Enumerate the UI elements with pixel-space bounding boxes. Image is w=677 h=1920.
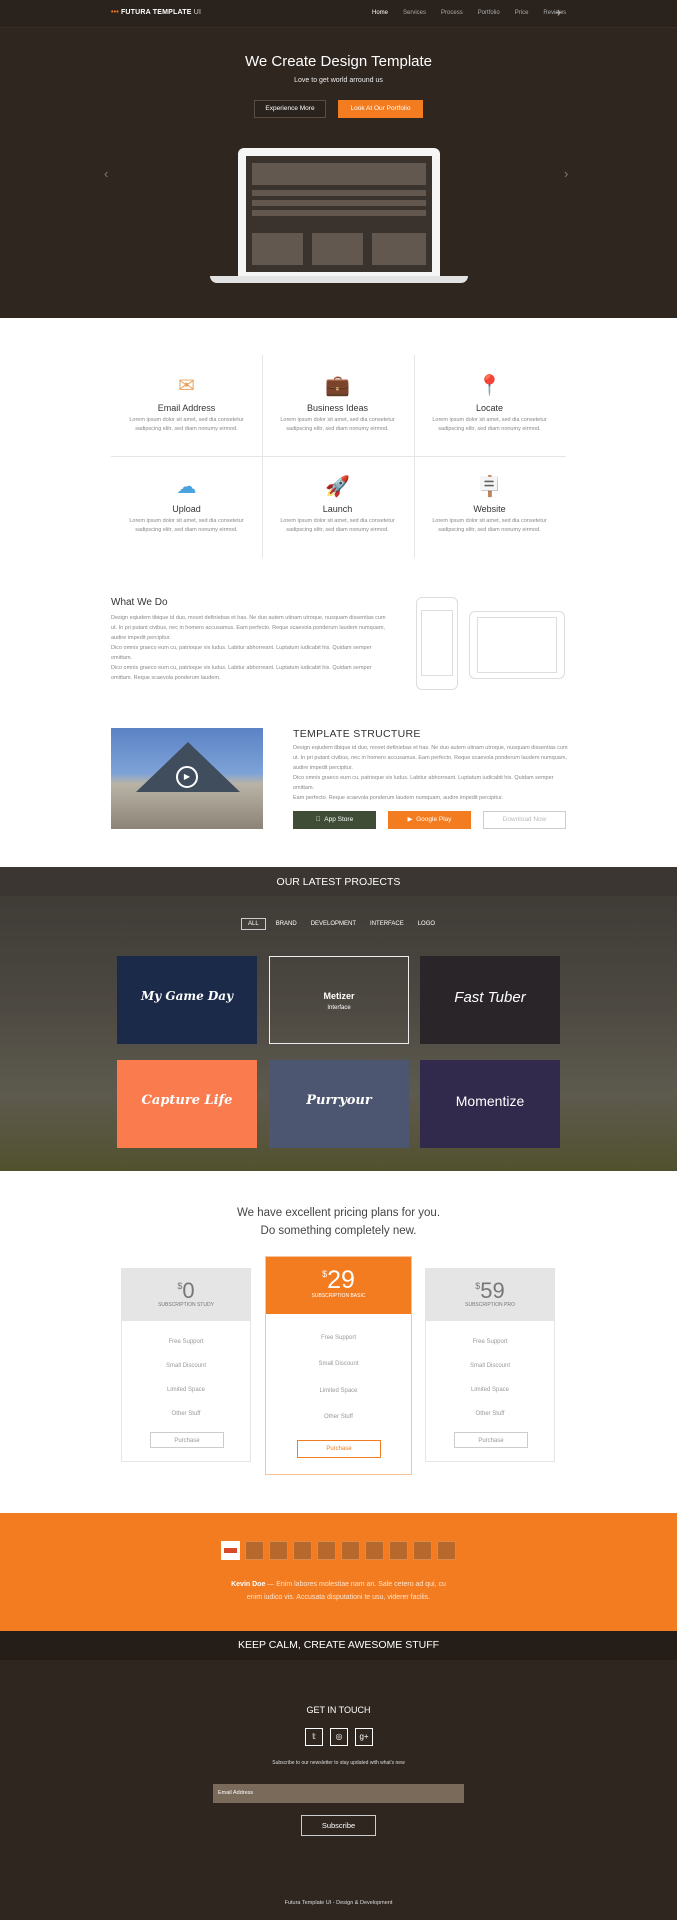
nav-home[interactable]: Home bbox=[372, 10, 388, 16]
template-structure-title: TEMPLATE STRUCTURE bbox=[293, 728, 421, 740]
feature-upload: ☁ Upload Lorem ipsum dolor sit amet, sed… bbox=[111, 474, 262, 535]
projects-title: OUR LATEST PROJECTS bbox=[276, 876, 401, 888]
avatar-active[interactable] bbox=[221, 1541, 240, 1560]
pricing-heading: We have excellent pricing plans for you.… bbox=[236, 1207, 441, 1237]
play-store-icon: ▶ bbox=[407, 816, 413, 823]
subscribe-button[interactable]: Subscribe bbox=[301, 1815, 376, 1836]
project-tile-fasttuber[interactable]: Fast Tuber bbox=[420, 956, 560, 1044]
top-nav: ••• FUTURA TEMPLATE UI Home Services Proc… bbox=[0, 0, 677, 28]
filter-all[interactable]: ALL bbox=[241, 918, 266, 930]
google-plus-icon[interactable]: g+ bbox=[355, 1728, 373, 1746]
email-field[interactable]: Email Address bbox=[213, 1784, 464, 1803]
project-tile-capturelife[interactable]: Capture Life bbox=[117, 1060, 257, 1148]
testimonial-section bbox=[0, 1513, 677, 1631]
get-in-touch-title: GET IN TOUCH bbox=[306, 1705, 371, 1715]
what-we-do-title: What We Do bbox=[111, 597, 168, 608]
google-play-button[interactable]: ▶ Google Play bbox=[388, 811, 471, 829]
avatar[interactable] bbox=[389, 1541, 408, 1560]
nav-process[interactable]: Process bbox=[441, 10, 463, 16]
briefcase-icon: 💼 bbox=[325, 375, 350, 397]
twitter-icon[interactable]: 𝕥 bbox=[305, 1728, 323, 1746]
cloud-upload-icon: ☁ bbox=[176, 476, 197, 498]
filter-interface[interactable]: INTERFACE bbox=[370, 921, 404, 927]
plan-basic: $29 SUBSCRIPTION BASIC Free Support Smal… bbox=[265, 1256, 412, 1475]
signpost-icon: 🪧 bbox=[477, 476, 502, 498]
avatar[interactable] bbox=[437, 1541, 456, 1560]
chevron-left-icon[interactable]: ‹ bbox=[104, 166, 108, 181]
template-structure-text: Design eqiudem tibique id duo, movet def… bbox=[293, 745, 568, 801]
envelope-icon: ✉ bbox=[178, 375, 195, 397]
avatar[interactable] bbox=[341, 1541, 360, 1560]
project-tile-momentize[interactable]: Momentize bbox=[420, 1060, 560, 1148]
project-tile-mygameday[interactable]: My Game Day bbox=[117, 956, 257, 1044]
plan-study: $0 SUBSCRIPTION STUDY Free Support Small… bbox=[121, 1268, 251, 1462]
location-pin-icon: 📍 bbox=[477, 375, 502, 397]
filter-brand[interactable]: BRAND bbox=[276, 921, 297, 927]
footer-banner: KEEP CALM, CREATE AWESOME STUFF bbox=[0, 1631, 677, 1660]
purchase-button-basic[interactable]: Purchase bbox=[297, 1440, 381, 1458]
filter-logo[interactable]: LOGO bbox=[418, 921, 435, 927]
hero-subtitle: Love to get world arround us bbox=[294, 77, 383, 84]
dribbble-icon[interactable]: ◎ bbox=[330, 1728, 348, 1746]
app-store-button[interactable]:  App Store bbox=[293, 811, 376, 829]
avatar[interactable] bbox=[317, 1541, 336, 1560]
nav-portfolio[interactable]: Portfolio bbox=[478, 10, 500, 16]
play-icon[interactable]: ▶ bbox=[176, 766, 198, 788]
chevron-right-icon[interactable]: › bbox=[564, 166, 568, 181]
plan-pro: $59 SUBSCRIPTION PRO Free Support Small … bbox=[425, 1268, 555, 1462]
project-filters: ALL BRAND DEVELOPMENT INTERFACE LOGO bbox=[241, 918, 449, 930]
rocket-icon: 🚀 bbox=[325, 476, 350, 498]
feature-business: 💼 Business Ideas Lorem ipsum dolor sit a… bbox=[262, 373, 413, 434]
filter-development[interactable]: DEVELOPMENT bbox=[311, 921, 356, 927]
feature-email: ✉ Email Address Lorem ipsum dolor sit am… bbox=[111, 373, 262, 434]
video-thumbnail[interactable]: ▶ bbox=[111, 728, 263, 829]
feature-locate: 📍 Locate Lorem ipsum dolor sit amet, sed… bbox=[414, 373, 565, 434]
purchase-button-pro[interactable]: Purchase bbox=[454, 1432, 528, 1448]
logo[interactable]: ••• FUTURA TEMPLATE UI bbox=[111, 9, 201, 16]
feature-website: 🪧 Website Lorem ipsum dolor sit amet, se… bbox=[414, 474, 565, 535]
newsletter-text: Subscribe to our newsletter to stay upda… bbox=[272, 1760, 405, 1766]
tablet-outline-icon bbox=[469, 611, 565, 679]
what-we-do-text: Design eqiudem tibique id duo, movet def… bbox=[111, 615, 386, 681]
testimonial-quote: Kevin Doe — Enim labores molestiae nam a… bbox=[231, 1581, 446, 1601]
paper-plane-icon[interactable]: ✈ bbox=[555, 8, 563, 19]
portfolio-button[interactable]: Look At Our Portfolio bbox=[338, 100, 423, 118]
nav-services[interactable]: Services bbox=[403, 10, 426, 16]
avatar[interactable] bbox=[269, 1541, 288, 1560]
avatar[interactable] bbox=[413, 1541, 432, 1560]
avatar[interactable] bbox=[245, 1541, 264, 1560]
phone-outline-icon bbox=[416, 597, 458, 690]
apple-icon:  bbox=[316, 816, 321, 823]
avatar[interactable] bbox=[365, 1541, 384, 1560]
nav-price[interactable]: Price bbox=[515, 10, 529, 16]
project-tile-purryour[interactable]: Purryour bbox=[269, 1060, 409, 1148]
download-button[interactable]: Download Now bbox=[483, 811, 566, 829]
laptop-base bbox=[210, 276, 468, 283]
avatar[interactable] bbox=[293, 1541, 312, 1560]
copyright: Futura Template UI - Design & Developmen… bbox=[284, 1900, 393, 1906]
project-tile-metizer[interactable]: Metizer Interface bbox=[269, 956, 409, 1044]
feature-launch: 🚀 Launch Lorem ipsum dolor sit amet, sed… bbox=[262, 474, 413, 535]
hero-title: We Create Design Template bbox=[244, 53, 433, 70]
footer-section bbox=[0, 1631, 677, 1920]
purchase-button-study[interactable]: Purchase bbox=[150, 1432, 224, 1448]
experience-more-button[interactable]: Experience More bbox=[254, 100, 326, 118]
